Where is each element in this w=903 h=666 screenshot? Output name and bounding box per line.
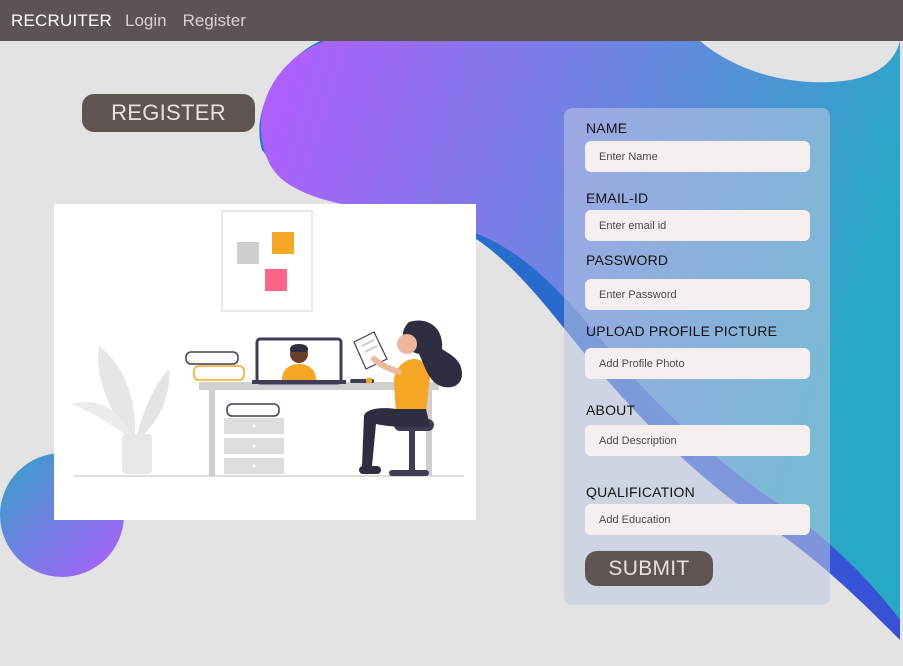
qualification-label: QUALIFICATION — [586, 484, 695, 500]
about-field[interactable] — [585, 425, 810, 456]
profile-picture-label: UPLOAD PROFILE PICTURE — [586, 323, 778, 339]
email-label: EMAIL-ID — [586, 190, 649, 206]
email-field[interactable] — [585, 210, 810, 241]
register-heading: REGISTER — [82, 94, 255, 132]
profile-photo-field[interactable] — [585, 348, 810, 379]
password-label: PASSWORD — [586, 252, 669, 268]
name-label: NAME — [586, 120, 628, 136]
password-field[interactable] — [585, 279, 810, 310]
nav-link-register[interactable]: Register — [183, 11, 246, 31]
brand-logo[interactable]: RECRUITER — [11, 11, 112, 31]
qualification-field[interactable] — [585, 504, 810, 535]
name-field[interactable] — [585, 141, 810, 172]
working-woman-illustration — [72, 210, 464, 477]
hero-illustration — [54, 204, 476, 520]
registration-form: NAME EMAIL-ID PASSWORD UPLOAD PROFILE PI… — [564, 108, 830, 605]
navbar: RECRUITER Login Register — [0, 0, 903, 41]
submit-button[interactable]: SUBMIT — [585, 551, 713, 586]
nav-link-login[interactable]: Login — [125, 11, 167, 31]
about-label: ABOUT — [586, 402, 636, 418]
